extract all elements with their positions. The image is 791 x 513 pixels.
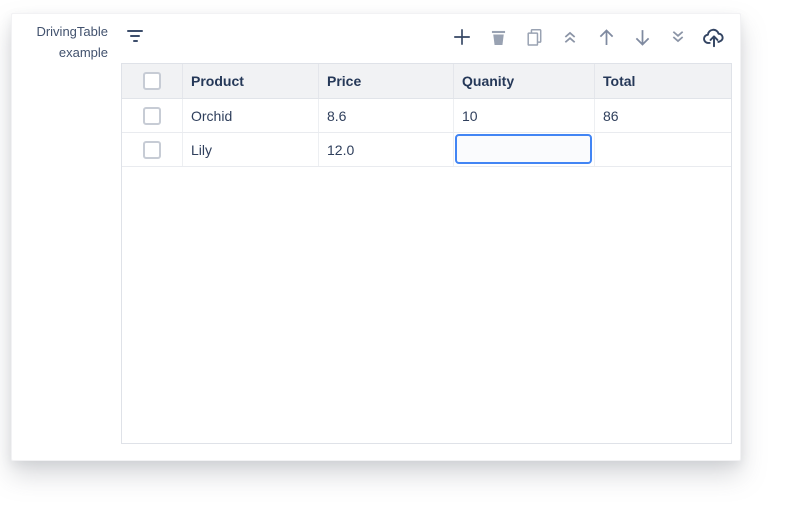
filter-button[interactable] — [122, 24, 148, 48]
toolbar — [448, 22, 728, 52]
cell-quantity[interactable]: 10 — [454, 99, 595, 132]
copy-button[interactable] — [520, 23, 548, 51]
cell-total[interactable] — [595, 133, 731, 166]
row-checkbox[interactable] — [143, 140, 161, 159]
remove-button[interactable] — [484, 23, 512, 51]
driving-table-panel: DrivingTable example Product Price Quani… — [11, 13, 741, 461]
trash-icon — [491, 30, 505, 45]
column-header-quanity[interactable]: Quanity — [454, 64, 595, 98]
cell-price[interactable]: 8.6 — [319, 99, 454, 132]
angle-double-down-icon — [672, 31, 684, 43]
row-checkbox[interactable] — [143, 106, 161, 125]
page-title: DrivingTable example — [36, 24, 108, 60]
cell-total[interactable]: 86 — [595, 99, 731, 132]
table-row: Orchid 8.6 10 86 — [122, 99, 731, 133]
cell-price[interactable]: 12.0 — [319, 133, 454, 166]
add-button[interactable] — [448, 23, 476, 51]
row-checkbox-cell — [122, 99, 183, 132]
row-checkbox-cell — [122, 133, 183, 166]
arrow-up-icon — [599, 28, 613, 45]
plus-icon — [454, 29, 470, 45]
grid-header-checkbox-cell — [122, 64, 183, 98]
copy-icon — [526, 28, 541, 46]
cell-product[interactable]: Orchid — [183, 99, 319, 132]
move-bottom-button[interactable] — [664, 23, 692, 51]
data-grid: Product Price Quanity Total Orchid 8.6 1… — [121, 63, 732, 444]
move-down-button[interactable] — [628, 23, 656, 51]
cell-quantity[interactable] — [454, 133, 595, 166]
selected-cell[interactable] — [455, 134, 592, 164]
filter-icon — [127, 30, 143, 42]
cloud-upload-icon — [703, 28, 724, 48]
cell-product[interactable]: Lily — [183, 133, 319, 166]
upload-button[interactable] — [700, 23, 728, 51]
angle-double-up-icon — [564, 31, 576, 43]
column-header-product[interactable]: Product — [183, 64, 319, 98]
move-top-button[interactable] — [556, 23, 584, 51]
select-all-checkbox[interactable] — [143, 72, 161, 90]
move-up-button[interactable] — [592, 23, 620, 51]
arrow-down-icon — [635, 29, 649, 46]
column-header-price[interactable]: Price — [319, 64, 454, 98]
column-header-total[interactable]: Total — [595, 64, 731, 98]
table-row: Lily 12.0 — [122, 133, 731, 167]
grid-header-row: Product Price Quanity Total — [122, 64, 731, 99]
